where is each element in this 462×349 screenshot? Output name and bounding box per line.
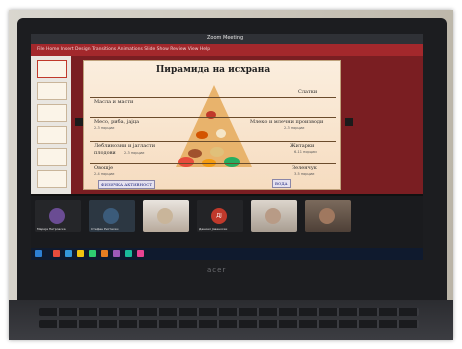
food-item (210, 147, 224, 157)
level-label-grains: Житарки (290, 143, 315, 149)
level-label-fruit: Овошје (94, 165, 114, 171)
slide-thumbnail[interactable] (37, 104, 67, 122)
participant-tile[interactable] (251, 200, 297, 232)
food-item (224, 157, 240, 167)
level-label-meat: Месо, риба, јајца (94, 119, 140, 125)
participant-strip: Марија Петровска Стефан Ристески ДЈ Дани… (31, 196, 423, 248)
avatar (103, 208, 119, 224)
window-title: Zoom Meeting (207, 35, 244, 41)
food-item (196, 131, 208, 139)
key-row (39, 320, 419, 328)
laptop-photo: Zoom Meeting File Home Insert Design Tra… (9, 10, 453, 340)
laptop-keyboard (9, 300, 453, 340)
slide-thumbnail[interactable] (37, 170, 67, 188)
level-label-legumes-2: плодови (94, 150, 116, 156)
level-sub-legumes: 2-3 порции (124, 151, 145, 155)
powerpoint-window: File Home Insert Design Transitions Anim… (31, 44, 423, 194)
participant-tile[interactable] (143, 200, 189, 232)
level-sub-fruit: 2-4 порции (94, 172, 115, 176)
level-label-oils: Масла и масти (94, 99, 134, 105)
level-sub-meat: 2-3 порции (94, 126, 115, 130)
ppt-ribbon[interactable]: File Home Insert Design Transitions Anim… (31, 44, 423, 56)
level-sub-grains: 6-11 порции (294, 150, 317, 154)
app-icon[interactable] (77, 250, 84, 257)
laptop-screen: Zoom Meeting File Home Insert Design Tra… (31, 34, 423, 260)
pyramid-band (90, 117, 336, 118)
slide-thumbnail[interactable] (37, 126, 67, 144)
start-icon[interactable] (35, 250, 42, 257)
participant-tile[interactable] (305, 200, 351, 232)
level-sub-dairy: 2-3 порции (284, 126, 305, 130)
slide-title: Пирамида на исхрана (155, 65, 271, 75)
key-row (39, 308, 419, 316)
pyramid-band (90, 163, 336, 164)
food-item (188, 149, 202, 158)
slide-marker-left (75, 118, 83, 126)
app-icon[interactable] (65, 250, 72, 257)
photo-frame: Zoom Meeting File Home Insert Design Tra… (0, 0, 462, 349)
ribbon-menu[interactable]: File Home Insert Design Transitions Anim… (37, 47, 210, 52)
level-label-sweets: Слатки (298, 89, 318, 95)
current-slide: Пирамида на исхрана Масла и масти Слатки… (83, 60, 341, 190)
food-item (178, 157, 194, 167)
participant-face (319, 208, 335, 224)
participant-tile[interactable]: ДЈ Даниел Јованоски (197, 200, 243, 232)
tag-water: ВОДА (272, 179, 291, 188)
avatar: ДЈ (211, 208, 227, 224)
windows-taskbar (31, 248, 423, 260)
participant-name: Марија Петровска (37, 227, 66, 231)
tag-physical-activity: ФИЗИЧКА АКТИВНОСТ (98, 180, 155, 189)
pyramid-band (90, 141, 336, 142)
slide-marker-right (345, 118, 353, 126)
app-icon[interactable] (89, 250, 96, 257)
pyramid-band (90, 97, 336, 98)
participant-name: Даниел Јованоски (199, 227, 228, 231)
level-label-dairy: Млеко и млечни производи (250, 119, 324, 125)
app-icon[interactable] (53, 250, 60, 257)
level-label-legumes: Леблинозни и јагласти (94, 143, 156, 149)
food-item (216, 129, 226, 138)
avatar (49, 208, 65, 224)
app-icon[interactable] (113, 250, 120, 257)
window-titlebar: Zoom Meeting (31, 34, 423, 44)
slide-thumbnails[interactable] (31, 56, 71, 194)
participant-tile[interactable]: Стефан Ристески (89, 200, 135, 232)
slide-thumbnail[interactable] (37, 82, 67, 100)
participant-face (265, 208, 281, 224)
participant-name: Стефан Ристески (91, 227, 119, 231)
level-label-vegetables: Зеленчук (292, 165, 317, 171)
level-sub-vegetables: 3-5 порции (294, 172, 315, 176)
participant-tile[interactable]: Марија Петровска (35, 200, 81, 232)
slide-thumbnail[interactable] (37, 60, 67, 78)
participant-face (157, 208, 173, 224)
app-icon[interactable] (101, 250, 108, 257)
app-icon[interactable] (125, 250, 132, 257)
app-icon[interactable] (137, 250, 144, 257)
laptop-brand-logo: acer (207, 266, 227, 274)
slide-thumbnail[interactable] (37, 148, 67, 166)
